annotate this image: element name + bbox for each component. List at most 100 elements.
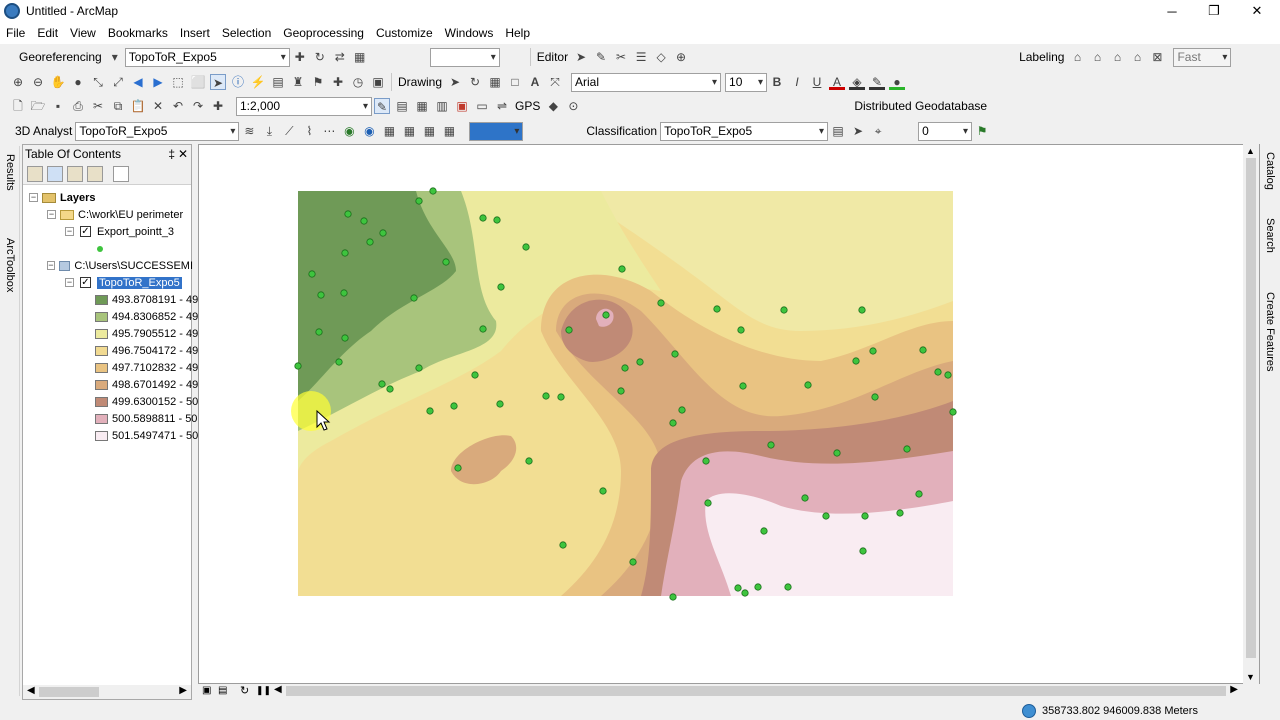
shift-icon[interactable]: ⇄ [332, 49, 348, 65]
minimize-button[interactable]: ─ [1150, 0, 1194, 22]
scroll-left-icon[interactable]: ◀ [27, 685, 35, 696]
identify-icon[interactable]: ⓘ [230, 74, 246, 90]
font-combo[interactable]: Arial [571, 72, 722, 92]
map-vscroll[interactable]: ▲ ▼ [1243, 144, 1259, 684]
table-of-contents-icon[interactable]: ▤ [394, 98, 410, 114]
pin-icon[interactable]: ‡ [168, 147, 175, 161]
menu-customize[interactable]: Customize [370, 26, 439, 40]
editor-toolbar-icon[interactable]: ✎ [374, 98, 390, 114]
hscroll-thumb[interactable] [286, 686, 1226, 696]
copy-icon[interactable]: ⧉ [110, 98, 126, 114]
line-color-icon[interactable]: ✎ [869, 74, 886, 90]
scene-icon[interactable]: ◉ [361, 123, 377, 139]
scroll-up-icon[interactable]: ▲ [1246, 146, 1255, 156]
collapse-icon[interactable]: − [29, 193, 38, 202]
distributed-geodatabase-dropdown[interactable]: Distributed Geodatabase [851, 99, 990, 113]
search-tab[interactable]: Search [1264, 218, 1276, 253]
3d-analyst-dropdown[interactable]: 3D Analyst [12, 124, 75, 138]
menu-geoprocessing[interactable]: Geoprocessing [277, 26, 370, 40]
results-tab[interactable]: Results [4, 154, 16, 191]
editor-arrow-icon[interactable]: ➤ [850, 123, 866, 139]
snapping-icon[interactable]: ⊕ [673, 49, 689, 65]
add-data-icon[interactable]: ✚ [210, 98, 226, 114]
menu-windows[interactable]: Windows [439, 26, 500, 40]
edit-tool-icon[interactable]: ➤ [573, 49, 589, 65]
close-icon[interactable]: ✕ [178, 147, 188, 161]
map-hscroll[interactable]: ▣ ▤ ↻ ❚❚ ◀ ▶ [198, 684, 1260, 698]
callout-icon[interactable]: ⤧ [547, 74, 563, 90]
undo-icon[interactable]: ↶ [170, 98, 186, 114]
viewer-icon[interactable]: ▣ [370, 74, 386, 90]
catalog-window-icon[interactable]: ▦ [414, 98, 430, 114]
menu-file[interactable]: File [0, 26, 31, 40]
text-tool-icon[interactable]: A [527, 74, 543, 90]
drawing-select-arrow-icon[interactable]: ➤ [447, 74, 463, 90]
table-icon[interactable]: ▦ [352, 49, 368, 65]
delete-icon[interactable]: ✕ [150, 98, 166, 114]
zoom-out-icon[interactable]: ⊖ [30, 74, 46, 90]
search-window-icon[interactable]: ▥ [434, 98, 450, 114]
list-by-drawing-order-icon[interactable] [27, 165, 43, 182]
map-canvas[interactable] [199, 145, 1243, 683]
paste-icon[interactable]: 📋 [130, 98, 146, 114]
line-of-sight-icon[interactable]: ⟋ [281, 123, 297, 139]
marker-color-icon[interactable]: ● [889, 74, 906, 90]
reshape-icon[interactable]: ◇ [653, 49, 669, 65]
tree-layer-topotor[interactable]: − ✓ TopoToR_Expo5 [65, 274, 182, 291]
fixed-zoom-out-icon[interactable]: ⤢ [110, 74, 126, 90]
menu-insert[interactable]: Insert [174, 26, 216, 40]
view-unplaced-icon[interactable]: ⊠ [1149, 49, 1165, 65]
redo-icon[interactable]: ↷ [190, 98, 206, 114]
menu-bookmarks[interactable]: Bookmarks [102, 26, 174, 40]
full-extent-globe-icon[interactable]: ● [70, 74, 86, 90]
chevron-down-icon[interactable]: ▾ [107, 49, 123, 65]
model-builder-icon[interactable]: ⇌ [494, 98, 510, 114]
legend-class-item[interactable]: 494.8306852 - 49 [95, 308, 198, 325]
interpolate-point-icon[interactable]: ⋯ [321, 123, 337, 139]
lock-labels-icon[interactable]: ⌂ [1109, 49, 1125, 65]
rectangle-icon[interactable]: □ [507, 74, 523, 90]
catalog-tab[interactable]: Catalog [1264, 152, 1276, 190]
fill-color-icon[interactable]: ◈ [849, 74, 866, 90]
menu-edit[interactable]: Edit [31, 26, 64, 40]
scroll-right-icon[interactable]: ▶ [179, 685, 187, 696]
3d-analyst-layer-combo[interactable]: TopoToR_Expo5 [75, 121, 240, 141]
save-icon[interactable]: ▪ [50, 98, 66, 114]
georef-layer-combo[interactable]: TopoToR_Expo5 [124, 47, 290, 67]
add-control-points-icon[interactable]: ✚ [292, 49, 308, 65]
gps-position-icon[interactable]: ⊙ [565, 98, 581, 114]
collapse-icon[interactable]: − [65, 278, 74, 287]
select-features-icon[interactable]: ⬚ [170, 74, 186, 90]
font-size-combo[interactable]: 10 [725, 72, 768, 92]
go-to-xy-icon[interactable]: ✚ [330, 74, 346, 90]
find-binoculars-icon[interactable]: ♜ [290, 74, 306, 90]
pan-hand-icon[interactable]: ✋ [50, 74, 66, 90]
new-document-icon[interactable]: 🗋 [10, 98, 26, 114]
zoom-to-element-icon[interactable]: ▦ [487, 74, 503, 90]
legend-class-item[interactable]: 493.8708191 - 49 [95, 291, 198, 308]
globe-icon[interactable]: ◉ [341, 123, 357, 139]
select-elements-arrow-icon[interactable]: ➤ [210, 74, 226, 90]
color-ramp-combo[interactable] [469, 121, 524, 141]
rotate-icon[interactable]: ↻ [312, 49, 328, 65]
html-popup-icon[interactable]: ▤ [270, 74, 286, 90]
print-icon[interactable]: ⎙ [70, 98, 86, 114]
collapse-icon[interactable]: − [47, 261, 55, 270]
legend-class-item[interactable]: 495.7905512 - 49 [95, 325, 198, 342]
collapse-icon[interactable]: − [47, 210, 56, 219]
vscroll-thumb[interactable] [1246, 158, 1256, 658]
legend-class-item[interactable]: 501.5497471 - 50 [95, 427, 198, 444]
refresh-icon[interactable]: ↻ [240, 684, 249, 697]
scroll-thumb[interactable] [39, 687, 99, 697]
visibility-checkbox[interactable]: ✓ [80, 277, 91, 288]
label-manager-icon[interactable]: ⌂ [1069, 49, 1085, 65]
rotate-element-icon[interactable]: ↻ [467, 74, 483, 90]
profile-graph-icon[interactable]: ⌇ [301, 123, 317, 139]
georeferencing-dropdown[interactable]: Georeferencing [16, 50, 105, 64]
pause-drawing-icon[interactable]: ❚❚ [256, 685, 271, 696]
italic-button[interactable]: I [789, 74, 805, 90]
editor-dropdown[interactable]: Editor [534, 50, 571, 64]
arctoolbox-icon[interactable]: ▣ [454, 98, 470, 114]
legend-class-item[interactable]: 496.7504172 - 49 [95, 342, 198, 359]
classification-dropdown[interactable]: Classification [583, 124, 660, 138]
